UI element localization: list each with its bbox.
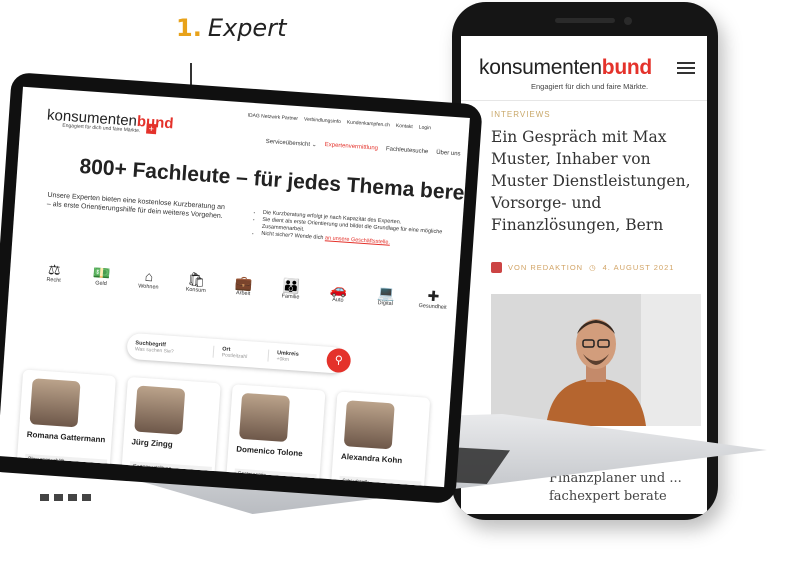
hamburger-menu-icon[interactable] <box>677 62 695 77</box>
expert-card[interactable]: Alexandra Kohn Schiedstaffs <box>330 391 431 488</box>
top-nav-item[interactable]: Kundenkampfen.ch <box>347 119 390 128</box>
step-label: Expert <box>207 14 287 42</box>
phone-speaker <box>555 18 615 23</box>
top-nav-item[interactable]: Verbindlungsinfo <box>304 116 341 125</box>
article-date: 4. AUGUST 2021 <box>602 263 675 272</box>
money-icon: 💵 <box>92 264 111 282</box>
expert-name: Romana Gattermann <box>26 429 106 445</box>
article-photo <box>491 294 701 426</box>
expert-job: Gastronomie <box>234 468 317 485</box>
expert-job: Blumengeschäft <box>24 453 108 470</box>
info-bullets: Die Kurzberatung erfolgt je nach Kapazit… <box>253 209 452 251</box>
intro-text: Unsere Experten bieten eine kostenlose K… <box>46 191 226 221</box>
expert-job: Schiedstaffs <box>338 475 422 488</box>
top-nav-item[interactable]: IDAG Netzwirk Partner <box>247 113 298 123</box>
nav-fachleutesuche[interactable]: Fachleutesuche <box>386 146 429 156</box>
step-number: 1. <box>176 14 202 42</box>
category-konsum[interactable]: 🛍 Konsum <box>176 270 217 295</box>
location-field[interactable]: Ort Postleitzahl <box>213 345 270 362</box>
phone-tagline: Engagiert für dich und faire Märkte. <box>531 82 649 91</box>
category-geld[interactable]: 💵 Geld <box>81 263 122 288</box>
car-icon: 🚗 <box>329 280 348 298</box>
expert-card[interactable]: Jürg Zingg Gartengestaltung <box>121 376 221 484</box>
category-familie[interactable]: 👪 Familie <box>270 277 311 302</box>
category-auto[interactable]: 🚗 Auto <box>318 280 359 305</box>
laptop-ports <box>40 494 91 501</box>
health-cross-icon: ✚ <box>426 287 440 305</box>
category-recht[interactable]: ⚖ Recht <box>33 260 74 285</box>
category-gesundheit[interactable]: ✚ Gesundheit <box>412 287 453 312</box>
top-nav-item[interactable]: Login <box>419 125 432 132</box>
main-nav: Serviceübersicht ⌄ Expertenvermittlung F… <box>266 138 461 159</box>
author-avatar <box>491 262 502 273</box>
nav-ueber-uns[interactable]: Über uns <box>436 150 461 159</box>
radius-select[interactable]: Umkreis +0km <box>268 350 315 365</box>
home-icon: ⌂ <box>144 267 154 285</box>
expert-name: Alexandra Kohn <box>340 451 403 466</box>
search-button[interactable]: ⚲ <box>325 347 352 374</box>
expert-name: Jürg Zingg <box>131 437 174 450</box>
category-digital[interactable]: 💻 Digital <box>365 283 406 308</box>
expert-card[interactable]: Romana Gattermann Blumengeschäft <box>16 369 117 476</box>
laptop-screen: konsumentenbund Engagiert für dich und f… <box>0 86 470 488</box>
nav-expertenvermittlung[interactable]: Expertenvermittlung <box>324 142 379 153</box>
article-author[interactable]: VON REDAKTION <box>508 263 583 272</box>
expert-name: Domenico Tolone <box>235 444 303 459</box>
nav-serviceuebersicht[interactable]: Serviceübersicht ⌄ <box>266 138 317 149</box>
laptop-lid: konsumentenbund Engagiert für dich und f… <box>0 72 483 504</box>
expert-photo <box>238 392 291 443</box>
category-wohnen[interactable]: ⌂ Wohnen <box>128 267 169 292</box>
article-category[interactable]: INTERVIEWS <box>491 110 551 119</box>
search-term-field[interactable]: Suchbegriff Was suchen Sie? <box>126 339 215 358</box>
expert-cards: Romana Gattermann Blumengeschäft Jürg Zin… <box>16 369 442 488</box>
swiss-flag-icon: + <box>146 123 157 135</box>
step-heading: 1. Expert <box>176 14 286 42</box>
expert-photo <box>134 385 186 435</box>
top-nav: IDAG Netzwirk Partner Verbindlungsinfo K… <box>247 113 431 132</box>
search-icon: ⚲ <box>334 354 344 367</box>
phone-header-divider <box>461 100 707 101</box>
expert-card[interactable]: Domenico Tolone Gastronomie <box>225 384 326 488</box>
article-meta: VON REDAKTION ◷ 4. AUGUST 2021 <box>491 262 674 273</box>
top-nav-item[interactable]: Kontakt <box>396 123 413 130</box>
calendar-icon: ◷ <box>589 263 597 272</box>
phone-logo[interactable]: konsumentenbund <box>479 56 652 80</box>
phone-camera <box>624 17 632 25</box>
expert-photo <box>29 378 81 428</box>
shopping-bag-icon: 🛍 <box>187 270 206 288</box>
expert-job: Gartengestaltung <box>129 461 212 477</box>
category-bar: ⚖ Recht 💵 Geld ⌂ Wohnen 🛍 Konsum 💼 Arbeit 👪 Fa… <box>33 260 454 311</box>
briefcase-icon: 💼 <box>234 274 254 292</box>
category-arbeit[interactable]: 💼 Arbeit <box>223 273 264 298</box>
article-title[interactable]: Ein Gespräch mit Max Muster, Inhaber von… <box>491 126 701 236</box>
scale-icon: ⚖ <box>47 261 62 278</box>
family-icon: 👪 <box>281 277 301 295</box>
search-bar: Suchbegriff Was suchen Sie? Ort Postleitza… <box>126 332 352 374</box>
expert-photo <box>343 400 395 450</box>
laptop-icon: 💻 <box>376 284 396 302</box>
